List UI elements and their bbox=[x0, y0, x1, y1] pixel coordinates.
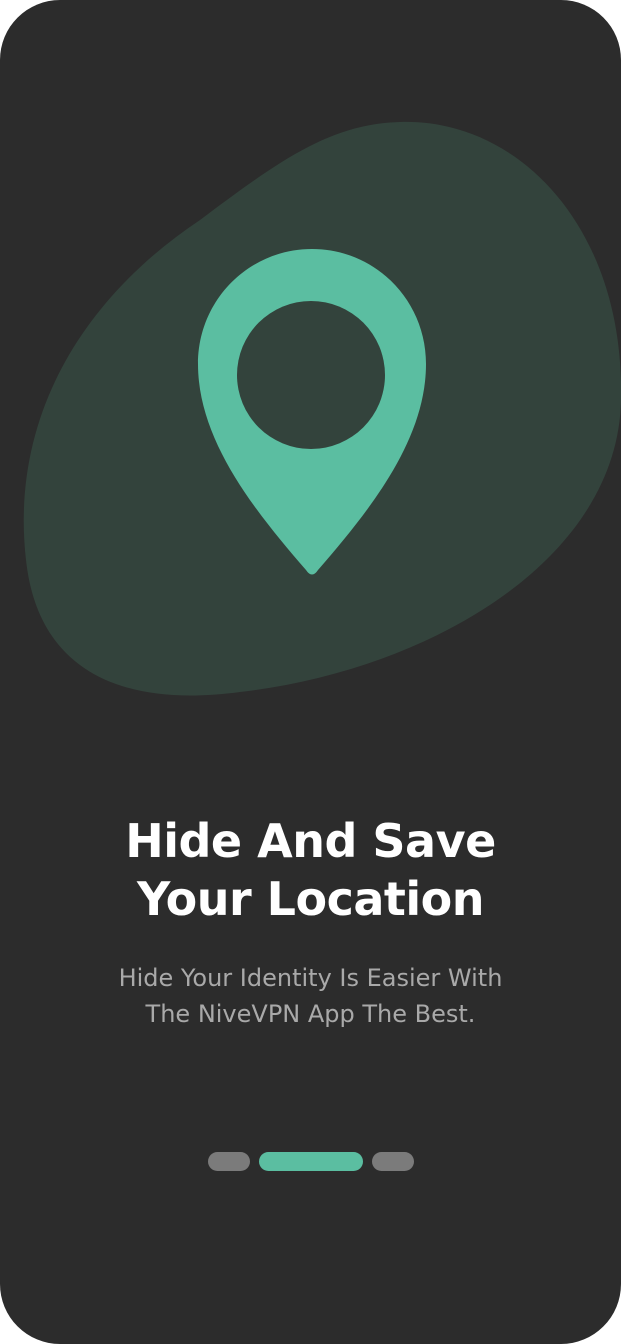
page-title: Hide And Save Your Location bbox=[0, 812, 621, 928]
subtitle-line-1: Hide Your Identity Is Easier With bbox=[118, 964, 503, 992]
title-line-1: Hide And Save bbox=[125, 814, 496, 868]
hero-illustration bbox=[0, 0, 621, 760]
page-indicator-dot-2-active[interactable] bbox=[258, 1152, 363, 1171]
page-indicator-dot-1[interactable] bbox=[207, 1152, 250, 1171]
onboarding-screen: Hide And Save Your Location Hide Your Id… bbox=[0, 0, 621, 1344]
location-pin-hole bbox=[237, 301, 385, 449]
page-indicator bbox=[0, 1152, 621, 1171]
page-indicator-dot-3[interactable] bbox=[371, 1152, 414, 1171]
subtitle-line-2: The NiveVPN App The Best. bbox=[145, 1000, 476, 1028]
page-subtitle: Hide Your Identity Is Easier With The Ni… bbox=[0, 960, 621, 1032]
hero-svg bbox=[23, 121, 621, 696]
title-line-2: Your Location bbox=[137, 872, 484, 926]
